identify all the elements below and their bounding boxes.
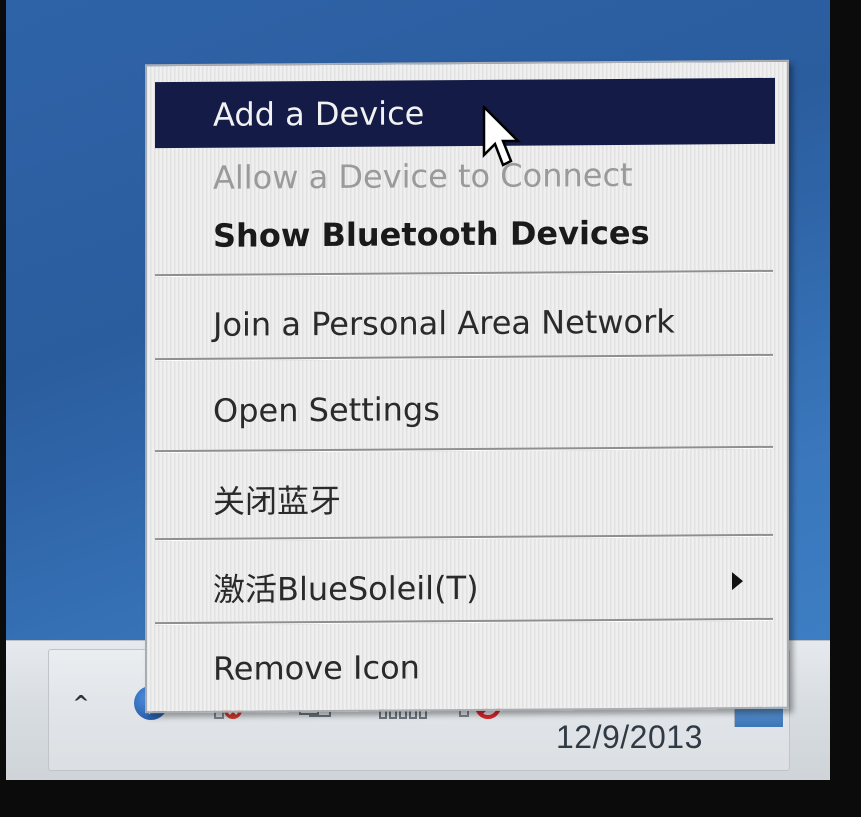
menu-separator: [155, 269, 773, 278]
clock-date[interactable]: 12/9/2013: [556, 719, 703, 756]
menu-item-allow-device-connect: Allow a Device to Connect: [213, 155, 633, 197]
menu-item-remove-icon[interactable]: Remove Icon: [155, 632, 775, 702]
menu-item-add-device[interactable]: Add a Device: [155, 77, 775, 149]
menu-item-show-bluetooth-devices[interactable]: Show Bluetooth Devices: [155, 202, 775, 266]
menu-item-label: 激活BlueSoleil(T): [213, 568, 479, 609]
menu-item-join-personal-area-network[interactable]: Join a Personal Area Network: [155, 288, 775, 358]
menu-item-open-settings[interactable]: Open Settings: [155, 372, 775, 446]
desktop: ^ 12/9/2013 Add a Device Allow a Device …: [6, 0, 830, 780]
mouse-cursor-icon: [482, 105, 522, 167]
menu-item-activate-bluesoleil[interactable]: 激活BlueSoleil(T): [155, 548, 775, 624]
show-hidden-icons-button[interactable]: ^: [66, 688, 96, 718]
bluetooth-context-menu: Add a Device Allow a Device to Connect S…: [145, 59, 789, 714]
submenu-arrow-icon: [732, 572, 743, 591]
menu-item-turn-off-bluetooth[interactable]: 关闭蓝牙: [155, 460, 775, 536]
menu-separator: [155, 445, 773, 454]
chevron-up-icon: ^: [72, 691, 90, 715]
